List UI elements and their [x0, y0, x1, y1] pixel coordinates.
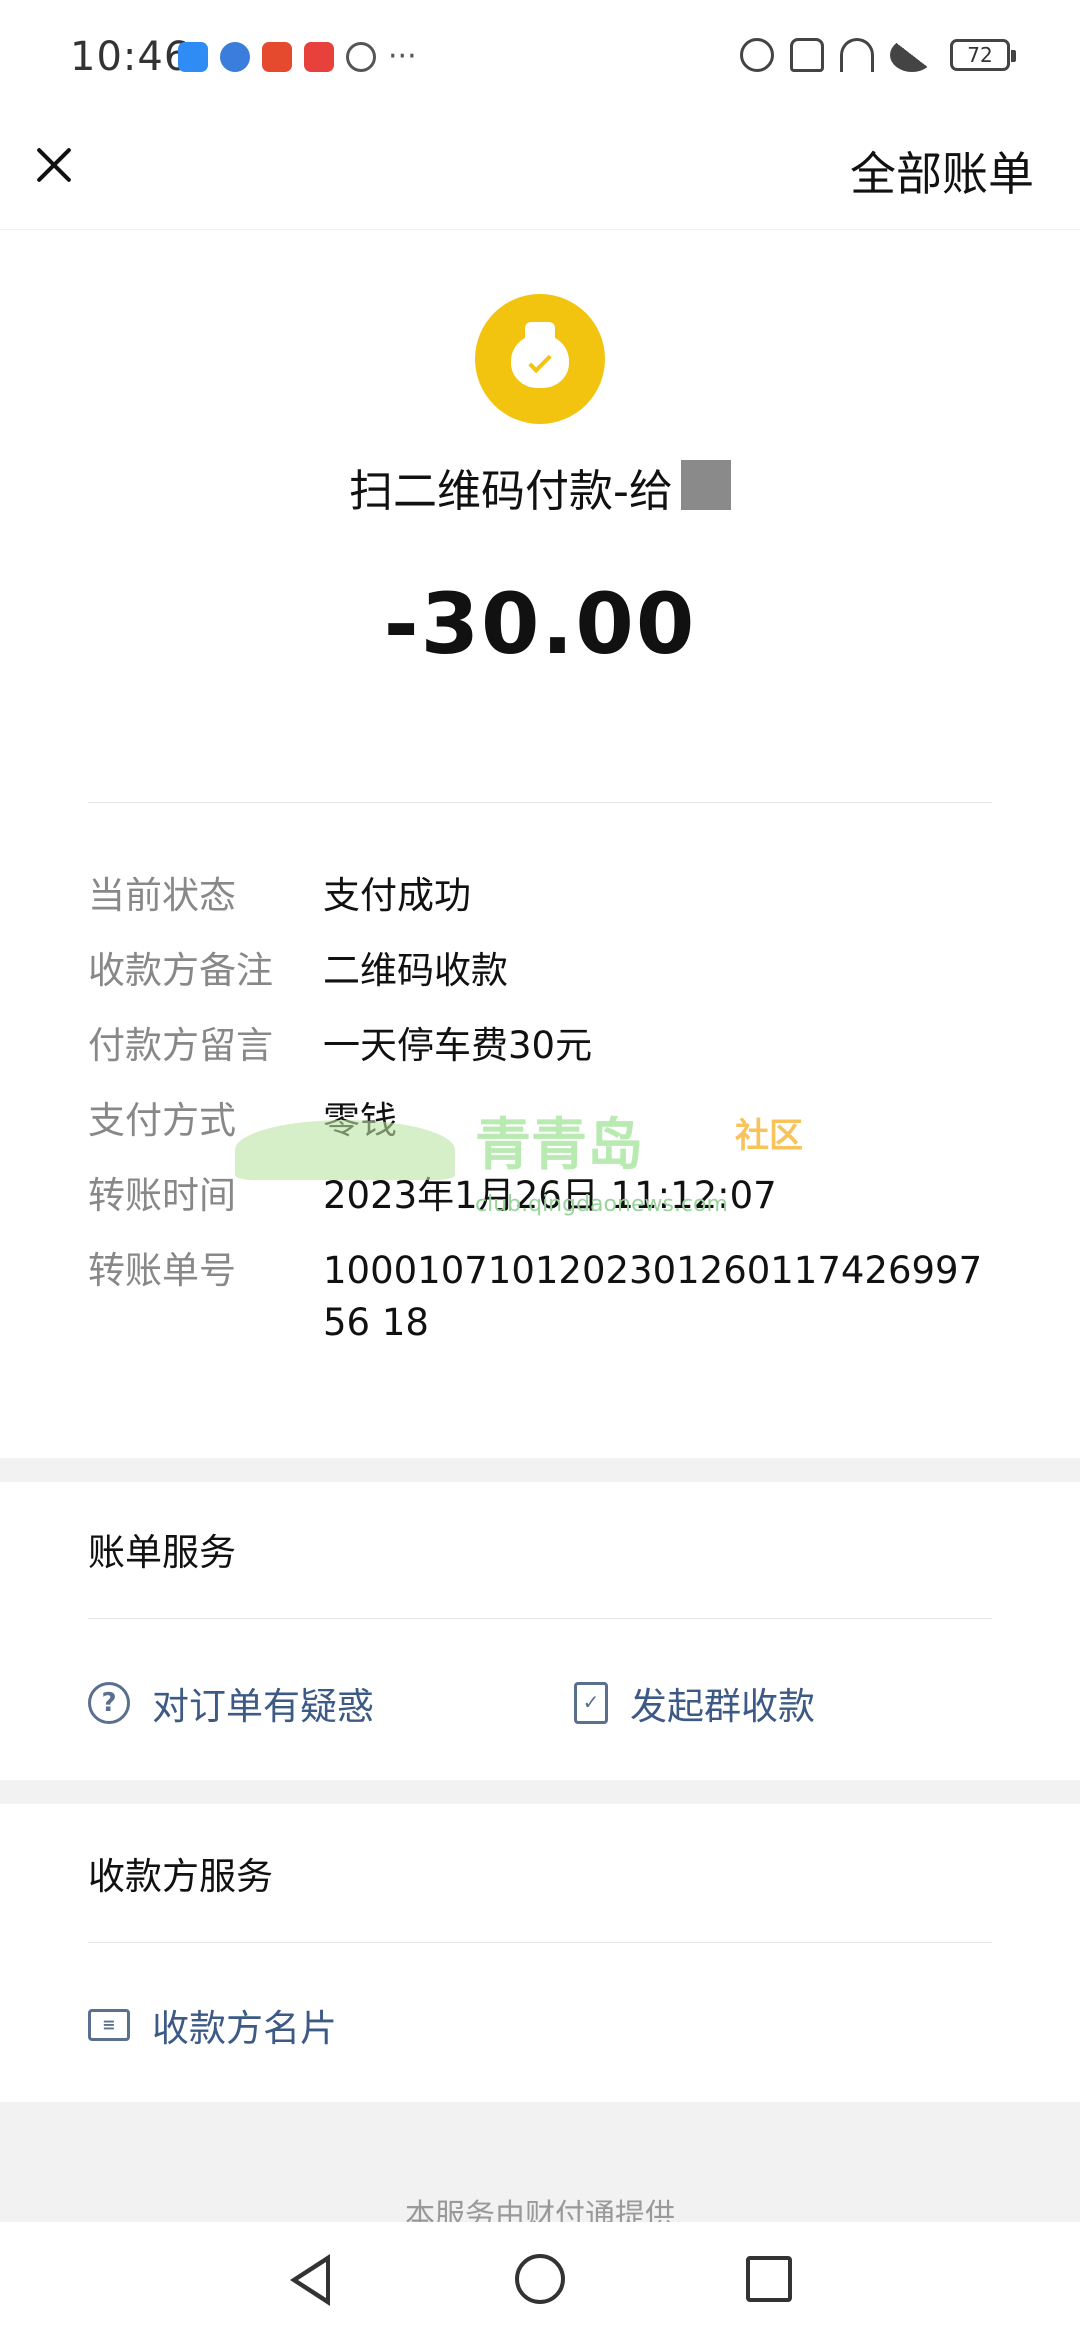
section-separator	[0, 1458, 1080, 1482]
divider	[88, 1618, 992, 1619]
payee-card-label: 收款方名片	[152, 2007, 337, 2050]
all-bills-link[interactable]: 全部账单	[850, 138, 1034, 204]
wallet-icon	[262, 42, 292, 72]
group-collect-label: 发起群收款	[630, 1685, 815, 1728]
battery-icon: 72	[950, 39, 1016, 71]
detail-value: 2023年1月26日 11:12:07	[323, 1174, 777, 1217]
back-icon[interactable]	[290, 2254, 330, 2306]
order-question-label: 对订单有疑惑	[152, 1685, 374, 1728]
detail-row-status: 当前状态 支付成功	[88, 870, 992, 945]
status-time: 10:46	[70, 34, 191, 80]
wifi-icon	[840, 38, 874, 72]
detail-label: 支付方式	[88, 1099, 236, 1142]
transaction-title-text: 扫二维码付款-给	[349, 466, 673, 517]
detail-label: 当前状态	[88, 874, 236, 917]
signal-icon	[890, 38, 934, 72]
system-nav-bar	[0, 2222, 1080, 2340]
detail-value[interactable]: 100010710120230126011742699756 18	[323, 1245, 1003, 1349]
mute-bell-icon	[790, 38, 824, 72]
status-bar: 10:46 ··· 72	[0, 0, 1080, 110]
top-nav: 全部账单	[0, 110, 1080, 230]
cloud-icon	[178, 42, 208, 72]
transaction-amount: -30.00	[383, 575, 697, 673]
detail-label: 转账单号	[88, 1249, 236, 1292]
detail-row-transfer-id: 转账单号 100010710120230126011742699756 18	[88, 1245, 992, 1365]
transaction-details: 当前状态 支付成功 收款方备注 二维码收款 付款方留言 一天停车费30元 支付方…	[88, 870, 992, 1365]
recent-apps-icon[interactable]	[746, 2256, 792, 2302]
close-icon[interactable]	[30, 140, 78, 188]
detail-row-payer-message: 付款方留言 一天停车费30元	[88, 1020, 992, 1095]
browser-icon	[346, 42, 376, 72]
divider	[88, 1942, 992, 1943]
detail-value: 二维码收款	[323, 949, 508, 992]
divider	[88, 802, 992, 803]
transaction-title: 扫二维码付款-给	[0, 455, 1080, 519]
document-icon: ✓	[574, 1682, 608, 1724]
detail-row-payee-note: 收款方备注 二维码收款	[88, 945, 992, 1020]
system-icons: 72	[740, 38, 1016, 72]
detail-label: 收款方备注	[88, 949, 273, 992]
masked-payee-name	[680, 460, 731, 510]
section-separator	[0, 1780, 1080, 1804]
money-bag-icon	[475, 294, 605, 424]
bill-service-title: 账单服务	[88, 1531, 236, 1574]
detail-label: 付款方留言	[88, 1024, 273, 1067]
business-card-icon: ≡	[88, 2009, 130, 2041]
payee-card-button[interactable]: ≡ 收款方名片	[88, 1998, 337, 2052]
question-icon: ?	[88, 1682, 130, 1724]
hd-call-icon	[740, 38, 774, 72]
detail-row-payment-method: 支付方式 零钱	[88, 1095, 992, 1170]
detail-label: 转账时间	[88, 1174, 236, 1217]
detail-value: 支付成功	[323, 874, 471, 917]
order-question-button[interactable]: ? 对订单有疑惑	[88, 1676, 374, 1730]
group-collect-button[interactable]: ✓ 发起群收款	[574, 1676, 815, 1730]
detail-row-transfer-time: 转账时间 2023年1月26日 11:12:07	[88, 1170, 992, 1245]
globe-icon	[220, 42, 250, 72]
shop-icon	[304, 42, 334, 72]
more-notifications-icon: ···	[388, 39, 417, 74]
payee-service-title: 收款方服务	[88, 1855, 273, 1898]
home-icon[interactable]	[515, 2254, 565, 2304]
detail-value: 一天停车费30元	[323, 1024, 593, 1067]
notification-icons: ···	[178, 42, 417, 72]
detail-value: 零钱	[323, 1099, 397, 1142]
